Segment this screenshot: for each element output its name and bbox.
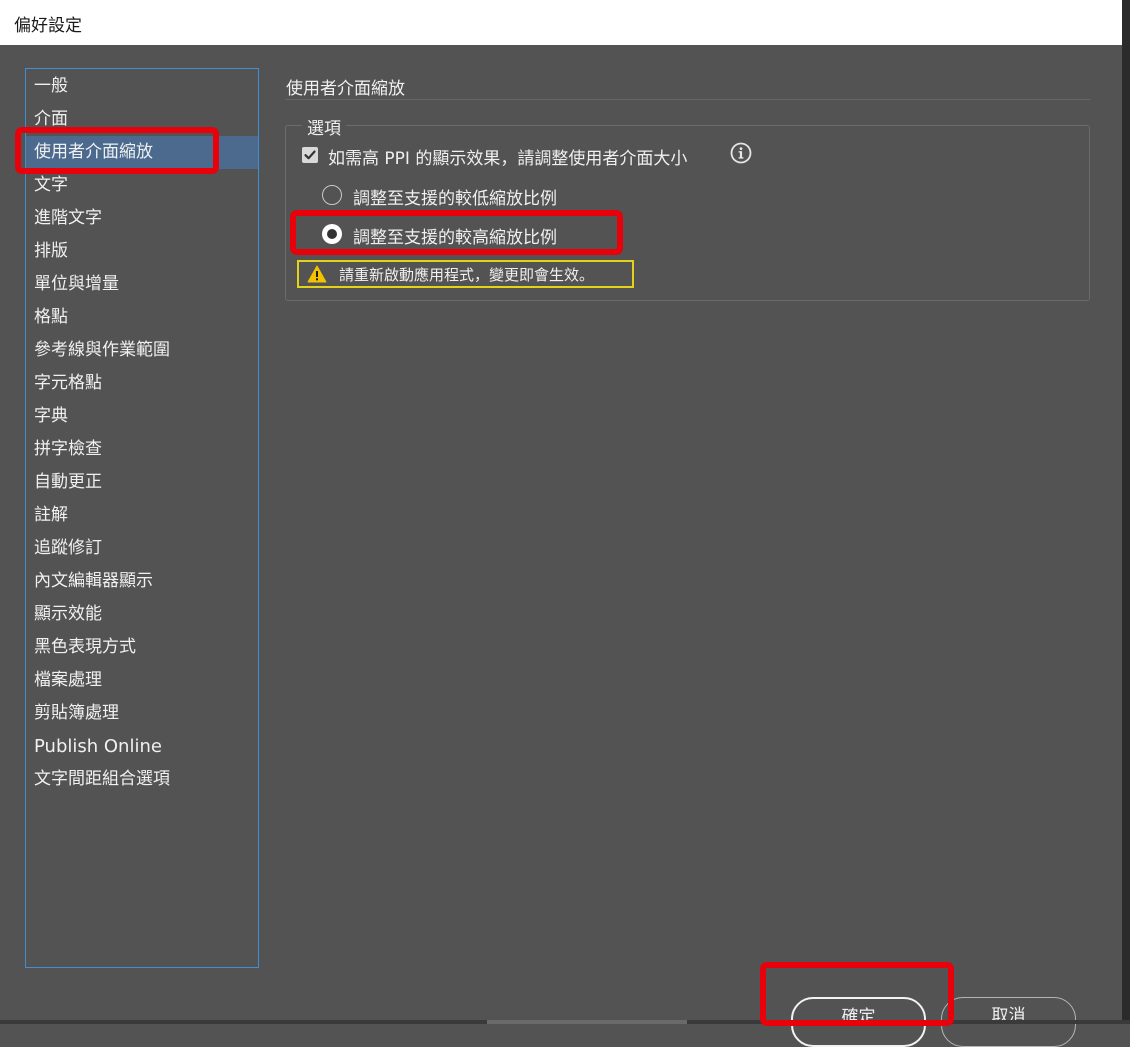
bottom-edge xyxy=(0,1020,1130,1024)
sidebar-item-notes[interactable]: 註解 xyxy=(26,499,258,532)
sidebar-item-guides-pasteboard[interactable]: 參考線與作業範圍 xyxy=(26,334,258,367)
sidebar-item-composition[interactable]: 排版 xyxy=(26,235,258,268)
category-list: 一般 介面 使用者介面縮放 文字 進階文字 排版 單位與增量 格點 參考線與作業… xyxy=(25,68,259,968)
warning-triangle-icon xyxy=(307,265,327,283)
section-divider xyxy=(285,99,1090,100)
restart-warning-text: 請重新啟動應用程式，變更即會生效。 xyxy=(339,266,595,284)
title-bar[interactable]: 偏好設定 xyxy=(0,0,1123,45)
checkmark-icon xyxy=(304,150,316,160)
sidebar-item-track-changes[interactable]: 追蹤修訂 xyxy=(26,532,258,565)
preferences-dialog: 偏好設定 一般 介面 使用者介面縮放 文字 進階文字 排版 單位與增量 格點 參… xyxy=(0,0,1130,1047)
sidebar-item-publish-online[interactable]: Publish Online xyxy=(26,730,258,763)
sidebar-item-advanced-type[interactable]: 進階文字 xyxy=(26,202,258,235)
radio-lower-scale[interactable] xyxy=(322,185,342,205)
sidebar-item-grids[interactable]: 格點 xyxy=(26,301,258,334)
sidebar-item-autocorrect[interactable]: 自動更正 xyxy=(26,466,258,499)
sidebar-item-general[interactable]: 一般 xyxy=(26,70,258,103)
sidebar-item-frame-grid[interactable]: 字元格點 xyxy=(26,367,258,400)
hi-ppi-checkbox[interactable] xyxy=(302,147,318,163)
sidebar-item-story-editor-display[interactable]: 內文編輯器顯示 xyxy=(26,565,258,598)
restart-warning: 請重新啟動應用程式，變更即會生效。 xyxy=(297,260,634,288)
sidebar-item-appearance-of-black[interactable]: 黑色表現方式 xyxy=(26,631,258,664)
sidebar-item-mojikumi-options[interactable]: 文字間距組合選項 xyxy=(26,763,258,796)
sidebar-item-dictionary[interactable]: 字典 xyxy=(26,400,258,433)
highlight-ui-scaling-item xyxy=(15,127,219,174)
highlight-ok-button xyxy=(760,962,954,1026)
hi-ppi-checkbox-label: 如需高 PPI 的顯示效果，請調整使用者介面大小 xyxy=(328,149,688,169)
info-icon[interactable] xyxy=(730,142,752,164)
window-title: 偏好設定 xyxy=(14,16,82,36)
highlight-higher-scale-option xyxy=(290,210,623,255)
sidebar-item-spelling[interactable]: 拼字檢查 xyxy=(26,433,258,466)
sidebar-item-clipboard-handling[interactable]: 剪貼簿處理 xyxy=(26,697,258,730)
sidebar-item-file-handling[interactable]: 檔案處理 xyxy=(26,664,258,697)
sidebar-item-units-increments[interactable]: 單位與增量 xyxy=(26,268,258,301)
section-title: 使用者介面縮放 xyxy=(286,79,405,99)
options-group-label: 選項 xyxy=(302,114,346,139)
window-edge xyxy=(1122,0,1130,1024)
radio-lower-scale-label: 調整至支援的較低縮放比例 xyxy=(353,189,557,209)
sidebar-item-display-performance[interactable]: 顯示效能 xyxy=(26,598,258,631)
